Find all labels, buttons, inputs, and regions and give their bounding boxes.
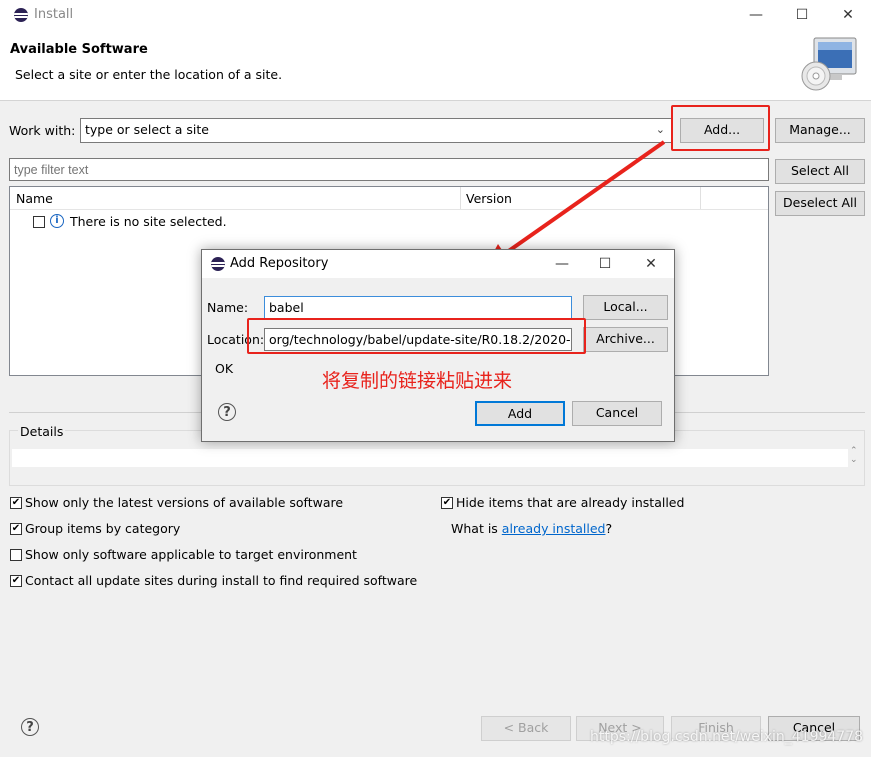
add-repository-dialog: Add Repository — ☐ ✕ Name: babel Local..… [201,249,675,442]
local-button[interactable]: Local... [583,295,668,320]
dialog-title: Add Repository [230,256,329,271]
name-label: Name: [207,300,249,315]
add-button[interactable]: Add [475,401,565,426]
help-icon[interactable]: ? [218,403,236,421]
maximize-icon[interactable]: ☐ [595,256,615,272]
close-icon[interactable]: ✕ [641,256,661,272]
minimize-icon[interactable]: — [552,256,572,272]
dialog-titlebar: Add Repository — ☐ ✕ [202,250,674,278]
archive-button[interactable]: Archive... [583,327,668,352]
eclipse-logo-icon [211,257,225,271]
cancel-button[interactable]: Cancel [572,401,662,426]
name-input[interactable]: babel [264,296,572,319]
highlight-box-location [247,318,586,354]
status-text: OK [215,361,234,376]
annotation-text: 将复制的链接粘贴进来 [322,370,513,392]
